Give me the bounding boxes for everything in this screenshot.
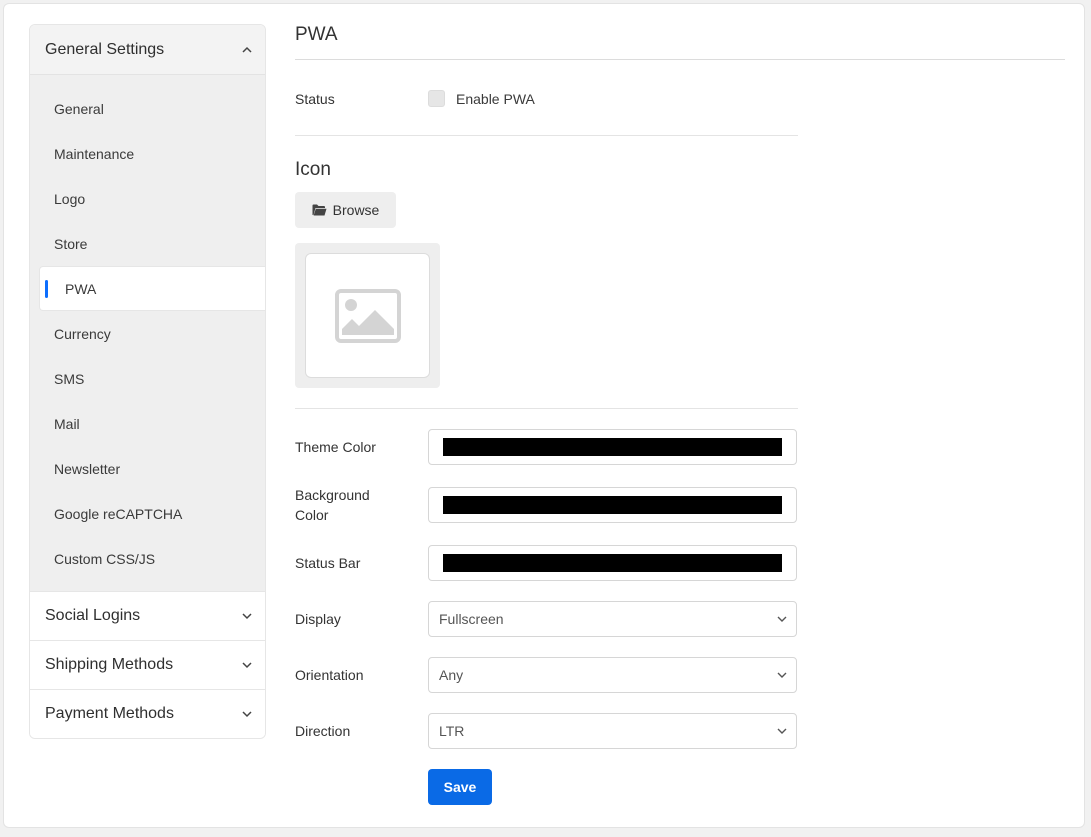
image-placeholder-icon xyxy=(334,288,401,343)
status-bar-color-input[interactable] xyxy=(428,545,797,581)
accordion-payment-methods[interactable]: Payment Methods xyxy=(30,689,265,738)
status-bar-swatch xyxy=(443,554,782,572)
sidebar-item-sms[interactable]: SMS xyxy=(30,356,265,401)
accordion-shipping-methods[interactable]: Shipping Methods xyxy=(30,640,265,689)
accordion-label: Social Logins xyxy=(45,607,141,624)
sidebar-item-logo[interactable]: Logo xyxy=(30,176,265,221)
sidebar-item-label: PWA xyxy=(65,280,97,297)
orientation-row: Orientation Any xyxy=(295,657,798,693)
section-divider xyxy=(295,408,798,409)
sidebar-item-custom-css-js[interactable]: Custom CSS/JS xyxy=(30,536,265,581)
orientation-select[interactable]: Any xyxy=(428,657,797,693)
sidebar-item-label: Maintenance xyxy=(54,145,135,162)
sidebar-item-label: SMS xyxy=(54,370,85,387)
settings-sidebar: General Settings General Maintenance Log… xyxy=(29,24,266,739)
sidebar-item-mail[interactable]: Mail xyxy=(30,401,265,446)
sidebar-item-label: General xyxy=(54,100,104,117)
orientation-label: Orientation xyxy=(295,667,364,683)
direction-select[interactable]: LTR xyxy=(428,713,797,749)
sidebar-item-label: Currency xyxy=(54,325,111,342)
icon-preview-frame xyxy=(295,243,440,388)
sidebar-item-label: Custom CSS/JS xyxy=(54,550,156,567)
chevron-down-icon xyxy=(777,616,787,622)
status-bar-row: Status Bar xyxy=(295,545,798,581)
background-color-label: Background Color xyxy=(295,487,370,523)
browse-button[interactable]: Browse xyxy=(295,192,396,228)
sidebar-item-newsletter[interactable]: Newsletter xyxy=(30,446,265,491)
pwa-settings-panel: PWA Status Enable PWA Icon Browse Theme … xyxy=(295,24,1065,805)
accordion-social-logins[interactable]: Social Logins xyxy=(30,591,265,640)
icon-preview[interactable] xyxy=(305,253,430,378)
background-color-swatch xyxy=(443,496,782,514)
background-color-row: Background Color xyxy=(295,485,798,525)
display-label: Display xyxy=(295,611,341,627)
browse-button-label: Browse xyxy=(332,202,380,218)
chevron-down-icon xyxy=(777,672,787,678)
display-value: Fullscreen xyxy=(439,611,504,627)
direction-value: LTR xyxy=(439,723,465,739)
general-settings-menu: General Maintenance Logo Store PWA Curre… xyxy=(30,75,265,591)
chevron-down-icon xyxy=(242,613,252,620)
sidebar-item-label: Google reCAPTCHA xyxy=(54,505,183,522)
accordion-general-settings[interactable]: General Settings xyxy=(30,25,265,75)
theme-color-row: Theme Color xyxy=(295,429,798,465)
sidebar-item-general[interactable]: General xyxy=(30,86,265,131)
pwa-form: Status Enable PWA Icon Browse Theme Colo… xyxy=(295,60,798,805)
direction-label: Direction xyxy=(295,723,351,739)
sidebar-item-pwa[interactable]: PWA xyxy=(39,266,265,311)
theme-color-swatch xyxy=(443,438,782,456)
accordion-label: Payment Methods xyxy=(45,705,174,722)
save-button[interactable]: Save xyxy=(428,769,492,805)
sidebar-item-label: Logo xyxy=(54,190,86,207)
sidebar-item-label: Store xyxy=(54,235,88,252)
chevron-down-icon xyxy=(242,662,252,669)
status-label: Status xyxy=(295,90,335,107)
sidebar-item-label: Mail xyxy=(54,415,80,432)
sidebar-item-label: Newsletter xyxy=(54,460,121,477)
sidebar-item-google-recaptcha[interactable]: Google reCAPTCHA xyxy=(30,491,265,536)
background-color-input[interactable] xyxy=(428,487,797,523)
status-bar-label: Status Bar xyxy=(295,555,361,571)
sidebar-item-store[interactable]: Store xyxy=(30,221,265,266)
accordion-label: General Settings xyxy=(45,40,165,58)
accordion-label: Shipping Methods xyxy=(45,656,174,673)
theme-color-input[interactable] xyxy=(428,429,797,465)
enable-pwa-label[interactable]: Enable PWA xyxy=(456,91,535,107)
chevron-up-icon xyxy=(242,46,252,53)
sidebar-item-currency[interactable]: Currency xyxy=(30,311,265,356)
chevron-down-icon xyxy=(777,728,787,734)
folder-open-icon xyxy=(312,204,327,216)
status-row: Status Enable PWA xyxy=(295,60,798,136)
direction-row: Direction LTR xyxy=(295,713,798,749)
display-select[interactable]: Fullscreen xyxy=(428,601,797,637)
page-title: PWA xyxy=(295,24,1065,60)
settings-card: General Settings General Maintenance Log… xyxy=(3,3,1085,828)
orientation-value: Any xyxy=(439,667,464,683)
theme-color-label: Theme Color xyxy=(295,439,376,455)
display-row: Display Fullscreen xyxy=(295,601,798,637)
chevron-down-icon xyxy=(242,711,252,718)
icon-section-title: Icon xyxy=(295,159,331,180)
enable-pwa-checkbox[interactable] xyxy=(428,90,445,107)
sidebar-item-maintenance[interactable]: Maintenance xyxy=(30,131,265,176)
